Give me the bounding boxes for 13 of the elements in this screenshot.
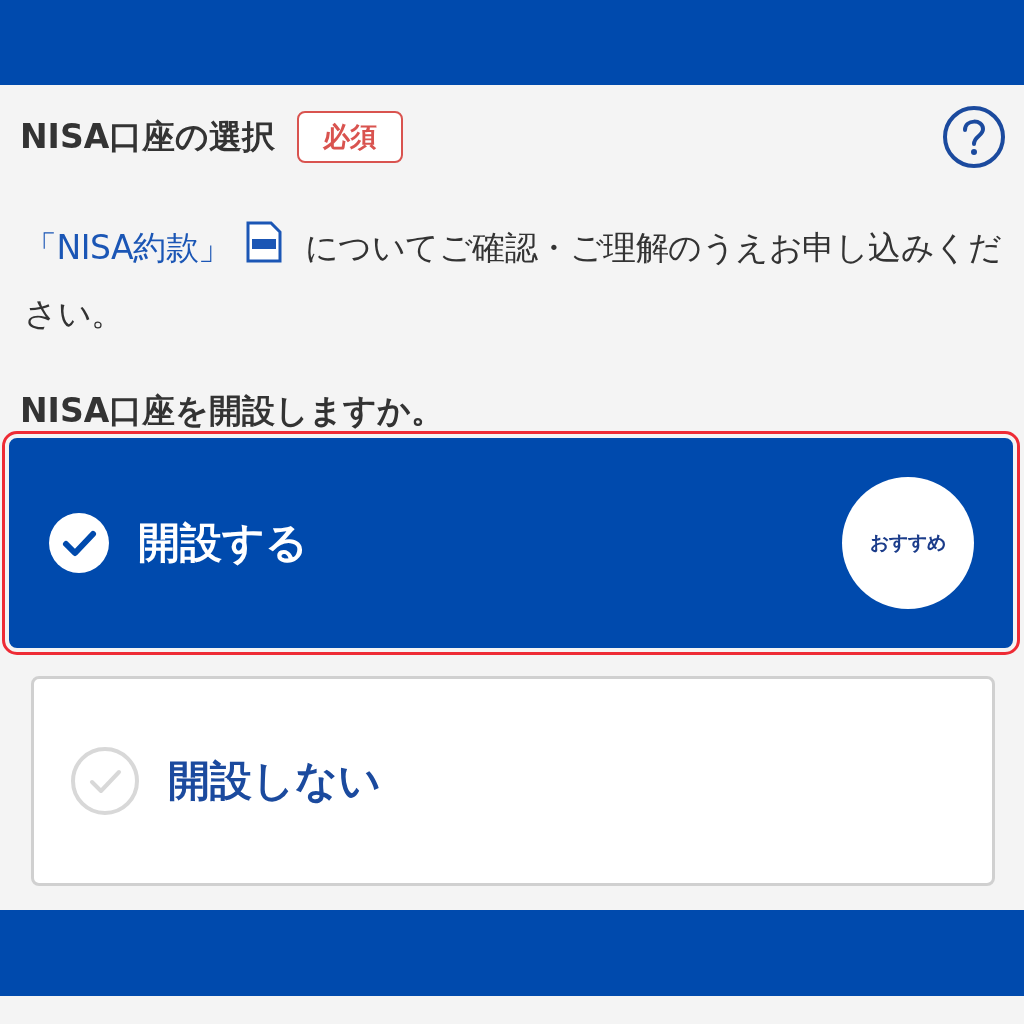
notice-text: 「NISA約款」 についてご確認・ご理解のうえお申し込みください。: [24, 215, 1006, 347]
section-title: NISA口座の選択: [20, 115, 276, 158]
help-icon[interactable]: [942, 105, 1006, 169]
recommended-badge: おすすめ: [842, 477, 974, 609]
terms-link[interactable]: 「NISA約款」: [24, 228, 231, 267]
option-card[interactable]: 開設しない: [31, 676, 995, 886]
pdf-icon[interactable]: [244, 221, 283, 263]
check-circle-icon: [48, 512, 110, 574]
required-badge: 必須: [297, 111, 404, 163]
check-circle-icon: [70, 746, 140, 816]
option-label: 開設しない: [168, 755, 382, 807]
option-label: 開設する: [138, 517, 309, 569]
question-text: NISA口座を開設しますか。: [20, 391, 446, 431]
